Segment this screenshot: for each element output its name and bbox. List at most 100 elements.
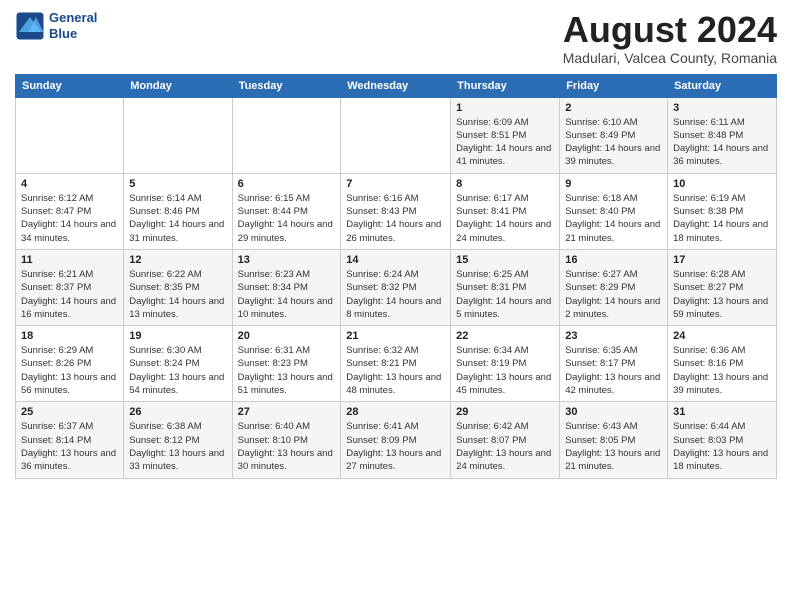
weekday-header: Tuesday <box>232 74 341 97</box>
day-number: 23 <box>565 330 662 342</box>
weekday-header: Wednesday <box>341 74 451 97</box>
logo-text: General Blue <box>49 10 97 41</box>
calendar-cell: 23 Sunrise: 6:35 AMSunset: 8:17 PMDayligh… <box>560 326 668 402</box>
day-number: 13 <box>238 254 336 266</box>
day-info: Sunrise: 6:36 AMSunset: 8:16 PMDaylight:… <box>673 344 771 397</box>
calendar-cell: 31 Sunrise: 6:44 AMSunset: 8:03 PMDayligh… <box>668 402 777 478</box>
day-number: 7 <box>346 178 445 190</box>
day-number: 5 <box>129 178 226 190</box>
day-info: Sunrise: 6:10 AMSunset: 8:49 PMDaylight:… <box>565 116 662 169</box>
page-title: August 2024 <box>563 10 777 50</box>
day-info: Sunrise: 6:16 AMSunset: 8:43 PMDaylight:… <box>346 192 445 245</box>
weekday-header-row: SundayMondayTuesdayWednesdayThursdayFrid… <box>16 74 777 97</box>
day-number: 4 <box>21 178 118 190</box>
calendar-header: SundayMondayTuesdayWednesdayThursdayFrid… <box>16 74 777 97</box>
day-info: Sunrise: 6:11 AMSunset: 8:48 PMDaylight:… <box>673 116 771 169</box>
weekday-header: Saturday <box>668 74 777 97</box>
calendar-cell: 10 Sunrise: 6:19 AMSunset: 8:38 PMDayligh… <box>668 173 777 249</box>
day-info: Sunrise: 6:24 AMSunset: 8:32 PMDaylight:… <box>346 268 445 321</box>
day-number: 16 <box>565 254 662 266</box>
day-info: Sunrise: 6:43 AMSunset: 8:05 PMDaylight:… <box>565 420 662 473</box>
day-number: 1 <box>456 102 554 114</box>
day-info: Sunrise: 6:21 AMSunset: 8:37 PMDaylight:… <box>21 268 118 321</box>
day-info: Sunrise: 6:41 AMSunset: 8:09 PMDaylight:… <box>346 420 445 473</box>
calendar-cell: 18 Sunrise: 6:29 AMSunset: 8:26 PMDayligh… <box>16 326 124 402</box>
calendar-cell: 29 Sunrise: 6:42 AMSunset: 8:07 PMDayligh… <box>451 402 560 478</box>
day-number: 26 <box>129 406 226 418</box>
calendar-week-row: 25 Sunrise: 6:37 AMSunset: 8:14 PMDayligh… <box>16 402 777 478</box>
day-info: Sunrise: 6:40 AMSunset: 8:10 PMDaylight:… <box>238 420 336 473</box>
calendar-week-row: 1 Sunrise: 6:09 AMSunset: 8:51 PMDaylight… <box>16 97 777 173</box>
day-info: Sunrise: 6:42 AMSunset: 8:07 PMDaylight:… <box>456 420 554 473</box>
day-info: Sunrise: 6:22 AMSunset: 8:35 PMDaylight:… <box>129 268 226 321</box>
day-info: Sunrise: 6:19 AMSunset: 8:38 PMDaylight:… <box>673 192 771 245</box>
day-info: Sunrise: 6:35 AMSunset: 8:17 PMDaylight:… <box>565 344 662 397</box>
day-number: 22 <box>456 330 554 342</box>
calendar-cell: 2 Sunrise: 6:10 AMSunset: 8:49 PMDaylight… <box>560 97 668 173</box>
day-number: 25 <box>21 406 118 418</box>
calendar-cell: 24 Sunrise: 6:36 AMSunset: 8:16 PMDayligh… <box>668 326 777 402</box>
day-number: 19 <box>129 330 226 342</box>
calendar-cell: 16 Sunrise: 6:27 AMSunset: 8:29 PMDayligh… <box>560 249 668 325</box>
calendar-cell: 14 Sunrise: 6:24 AMSunset: 8:32 PMDayligh… <box>341 249 451 325</box>
calendar-cell: 12Sunrise: 6:22 AMSunset: 8:35 PMDayligh… <box>124 249 232 325</box>
calendar-week-row: 4 Sunrise: 6:12 AMSunset: 8:47 PMDaylight… <box>16 173 777 249</box>
day-number: 14 <box>346 254 445 266</box>
day-number: 18 <box>21 330 118 342</box>
day-number: 3 <box>673 102 771 114</box>
day-info: Sunrise: 6:44 AMSunset: 8:03 PMDaylight:… <box>673 420 771 473</box>
day-number: 2 <box>565 102 662 114</box>
day-info: Sunrise: 6:34 AMSunset: 8:19 PMDaylight:… <box>456 344 554 397</box>
day-info: Sunrise: 6:27 AMSunset: 8:29 PMDaylight:… <box>565 268 662 321</box>
calendar-table: SundayMondayTuesdayWednesdayThursdayFrid… <box>15 74 777 479</box>
calendar-cell: 30Sunrise: 6:43 AMSunset: 8:05 PMDayligh… <box>560 402 668 478</box>
calendar-cell: 13 Sunrise: 6:23 AMSunset: 8:34 PMDayligh… <box>232 249 341 325</box>
calendar-cell: 5 Sunrise: 6:14 AMSunset: 8:46 PMDaylight… <box>124 173 232 249</box>
calendar-cell: 21 Sunrise: 6:32 AMSunset: 8:21 PMDayligh… <box>341 326 451 402</box>
calendar-cell <box>232 97 341 173</box>
day-info: Sunrise: 6:29 AMSunset: 8:26 PMDaylight:… <box>21 344 118 397</box>
calendar-cell: 3 Sunrise: 6:11 AMSunset: 8:48 PMDaylight… <box>668 97 777 173</box>
day-info: Sunrise: 6:25 AMSunset: 8:31 PMDaylight:… <box>456 268 554 321</box>
logo: General Blue <box>15 10 97 41</box>
day-number: 20 <box>238 330 336 342</box>
calendar-cell: 28 Sunrise: 6:41 AMSunset: 8:09 PMDayligh… <box>341 402 451 478</box>
day-number: 24 <box>673 330 771 342</box>
calendar-cell: 22 Sunrise: 6:34 AMSunset: 8:19 PMDayligh… <box>451 326 560 402</box>
calendar-cell <box>124 97 232 173</box>
calendar-cell <box>16 97 124 173</box>
day-number: 28 <box>346 406 445 418</box>
day-info: Sunrise: 6:14 AMSunset: 8:46 PMDaylight:… <box>129 192 226 245</box>
title-block: August 2024 Madulari, Valcea County, Rom… <box>563 10 777 66</box>
calendar-cell <box>341 97 451 173</box>
day-info: Sunrise: 6:12 AMSunset: 8:47 PMDaylight:… <box>21 192 118 245</box>
weekday-header: Friday <box>560 74 668 97</box>
day-info: Sunrise: 6:17 AMSunset: 8:41 PMDaylight:… <box>456 192 554 245</box>
day-info: Sunrise: 6:09 AMSunset: 8:51 PMDaylight:… <box>456 116 554 169</box>
day-info: Sunrise: 6:30 AMSunset: 8:24 PMDaylight:… <box>129 344 226 397</box>
day-info: Sunrise: 6:15 AMSunset: 8:44 PMDaylight:… <box>238 192 336 245</box>
calendar-week-row: 11 Sunrise: 6:21 AMSunset: 8:37 PMDayligh… <box>16 249 777 325</box>
day-number: 9 <box>565 178 662 190</box>
day-number: 27 <box>238 406 336 418</box>
calendar-week-row: 18 Sunrise: 6:29 AMSunset: 8:26 PMDayligh… <box>16 326 777 402</box>
calendar-cell: 7 Sunrise: 6:16 AMSunset: 8:43 PMDaylight… <box>341 173 451 249</box>
day-info: Sunrise: 6:31 AMSunset: 8:23 PMDaylight:… <box>238 344 336 397</box>
calendar-cell: 11 Sunrise: 6:21 AMSunset: 8:37 PMDayligh… <box>16 249 124 325</box>
calendar-cell: 17Sunrise: 6:28 AMSunset: 8:27 PMDayligh… <box>668 249 777 325</box>
weekday-header: Thursday <box>451 74 560 97</box>
day-number: 6 <box>238 178 336 190</box>
calendar-cell: 4 Sunrise: 6:12 AMSunset: 8:47 PMDaylight… <box>16 173 124 249</box>
weekday-header: Sunday <box>16 74 124 97</box>
day-number: 21 <box>346 330 445 342</box>
calendar-cell: 6 Sunrise: 6:15 AMSunset: 8:44 PMDaylight… <box>232 173 341 249</box>
day-info: Sunrise: 6:28 AMSunset: 8:27 PMDaylight:… <box>673 268 771 321</box>
day-number: 31 <box>673 406 771 418</box>
day-info: Sunrise: 6:37 AMSunset: 8:14 PMDaylight:… <box>21 420 118 473</box>
day-number: 11 <box>21 254 118 266</box>
day-number: 10 <box>673 178 771 190</box>
calendar-cell: 9Sunrise: 6:18 AMSunset: 8:40 PMDaylight… <box>560 173 668 249</box>
day-info: Sunrise: 6:23 AMSunset: 8:34 PMDaylight:… <box>238 268 336 321</box>
day-info: Sunrise: 6:32 AMSunset: 8:21 PMDaylight:… <box>346 344 445 397</box>
day-number: 29 <box>456 406 554 418</box>
